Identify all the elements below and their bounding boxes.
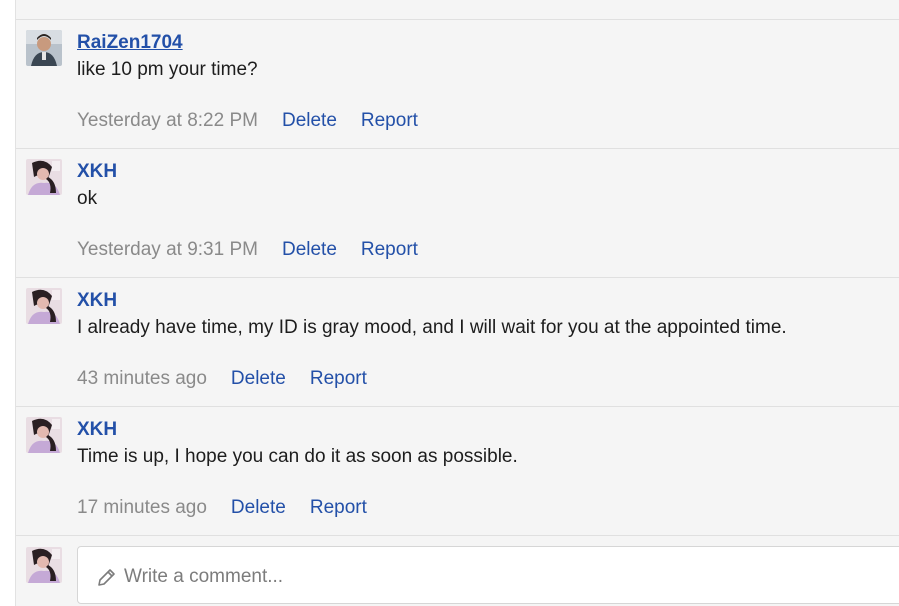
user-avatar-icon xyxy=(26,159,62,195)
comment-timestamp[interactable]: Yesterday at 8:22 PM xyxy=(77,110,258,132)
comment-item: RaiZen1704 like 10 pm your time? Yesterd… xyxy=(16,20,899,149)
avatar xyxy=(26,547,62,583)
comment-author-link[interactable]: XKH xyxy=(77,161,117,183)
comment-meta: 17 minutes ago Delete Report xyxy=(77,497,367,519)
user-avatar-icon xyxy=(26,288,62,324)
comment-text: ok xyxy=(77,188,98,209)
delete-link[interactable]: Delete xyxy=(282,110,337,132)
avatar[interactable] xyxy=(26,288,62,324)
delete-link[interactable]: Delete xyxy=(231,368,286,390)
report-link[interactable]: Report xyxy=(310,368,367,390)
comment-text: I already have time, my ID is gray mood,… xyxy=(77,317,787,338)
avatar[interactable] xyxy=(26,30,62,66)
user-avatar-icon xyxy=(26,30,62,66)
comment-text: like 10 pm your time? xyxy=(77,59,258,80)
comment-author-link[interactable]: XKH xyxy=(77,419,117,441)
user-avatar-icon xyxy=(26,417,62,453)
comment-thread: RaiZen1704 like 10 pm your time? Yesterd… xyxy=(15,0,899,606)
comment-author-link[interactable]: RaiZen1704 xyxy=(77,32,183,54)
avatar[interactable] xyxy=(26,159,62,195)
comment-input-placeholder: Write a comment... xyxy=(124,566,284,587)
previous-comment-cutoff xyxy=(16,0,899,20)
comment-meta: 43 minutes ago Delete Report xyxy=(77,368,367,390)
report-link[interactable]: Report xyxy=(310,497,367,519)
comment-timestamp[interactable]: 17 minutes ago xyxy=(77,497,207,519)
report-link[interactable]: Report xyxy=(361,110,418,132)
delete-link[interactable]: Delete xyxy=(231,497,286,519)
comment-text: Time is up, I hope you can do it as soon… xyxy=(77,446,518,467)
comment-item: XKH Time is up, I hope you can do it as … xyxy=(16,407,899,536)
pencil-icon xyxy=(98,569,115,586)
comment-item: XKH I already have time, my ID is gray m… xyxy=(16,278,899,407)
comment-meta: Yesterday at 9:31 PM Delete Report xyxy=(77,239,418,261)
report-link[interactable]: Report xyxy=(361,239,418,261)
comment-composer: Write a comment... xyxy=(16,537,899,606)
comment-input[interactable]: Write a comment... xyxy=(77,546,899,604)
delete-link[interactable]: Delete xyxy=(282,239,337,261)
user-avatar-icon xyxy=(26,547,62,583)
comment-timestamp[interactable]: Yesterday at 9:31 PM xyxy=(77,239,258,261)
comment-item: XKH ok Yesterday at 9:31 PM Delete Repor… xyxy=(16,149,899,278)
comment-meta: Yesterday at 8:22 PM Delete Report xyxy=(77,110,418,132)
comment-author-link[interactable]: XKH xyxy=(77,290,117,312)
comment-timestamp[interactable]: 43 minutes ago xyxy=(77,368,207,390)
avatar[interactable] xyxy=(26,417,62,453)
